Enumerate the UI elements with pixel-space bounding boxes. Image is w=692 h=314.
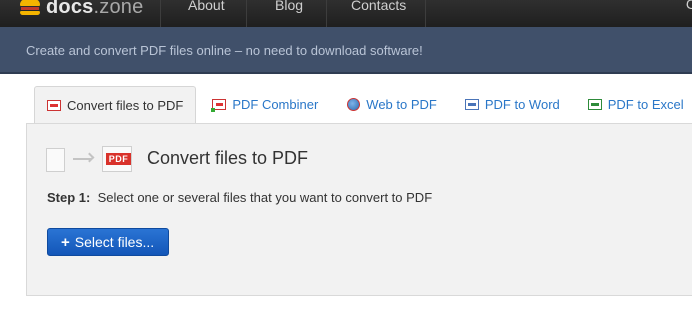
tab-pdf-combiner[interactable]: PDF Combiner [211, 86, 319, 123]
word-file-icon [464, 99, 479, 110]
tab-label: PDF to Excel [607, 97, 684, 112]
tab-label: PDF to Word [484, 97, 560, 112]
tagline-banner: Create and convert PDF files online – no… [0, 27, 692, 74]
tab-pdf-to-excel[interactable]: PDF to Excel [587, 86, 684, 123]
tab-pdf-to-word[interactable]: PDF to Word [464, 86, 560, 123]
pdf-document-icon: PDF [102, 146, 132, 172]
nav-contacts-link[interactable]: Contacts [326, 0, 426, 27]
main-nav: About Blog Contacts [160, 0, 426, 27]
nav-blog-link[interactable]: Blog [246, 0, 326, 27]
select-files-button[interactable]: + Select files... [47, 228, 169, 256]
pdf-badge: PDF [106, 153, 131, 165]
logo-text: docs.zone [46, 0, 144, 18]
pdf-combiner-icon [211, 99, 227, 112]
panel-title: Convert files to PDF [147, 148, 309, 168]
web-globe-icon [347, 98, 361, 111]
nav-cut-off-item[interactable]: C [686, 0, 692, 12]
top-navbar: docs.zone About Blog Contacts C [0, 0, 692, 27]
logo[interactable]: docs.zone [20, 0, 143, 20]
tool-tabs: Convert files to PDF PDF Combiner Web to… [34, 86, 684, 124]
tab-label: Convert files to PDF [67, 98, 184, 113]
conversion-flow-illustration: PDF [46, 146, 156, 172]
plus-icon: + [61, 233, 70, 251]
nav-about-link[interactable]: About [160, 0, 246, 27]
tab-convert-files-to-pdf[interactable]: Convert files to PDF [34, 86, 197, 124]
tab-web-to-pdf[interactable]: Web to PDF [347, 86, 437, 123]
excel-file-icon [587, 99, 602, 110]
step-text: Select one or several files that you wan… [97, 190, 433, 205]
step-instruction: Step 1: Select one or several files that… [47, 190, 432, 205]
burger-logo-icon [20, 0, 40, 15]
arrow-right-icon [73, 158, 91, 160]
select-files-label: Select files... [74, 234, 155, 250]
tab-label: Web to PDF [366, 97, 437, 112]
convert-panel: PDF Convert files to PDF Step 1: Select … [26, 123, 692, 296]
tab-label: PDF Combiner [232, 97, 319, 112]
pdf-file-icon [47, 100, 61, 111]
blank-document-icon [46, 148, 65, 172]
step-label: Step 1: [47, 190, 91, 205]
tagline-text: Create and convert PDF files online – no… [26, 43, 423, 58]
